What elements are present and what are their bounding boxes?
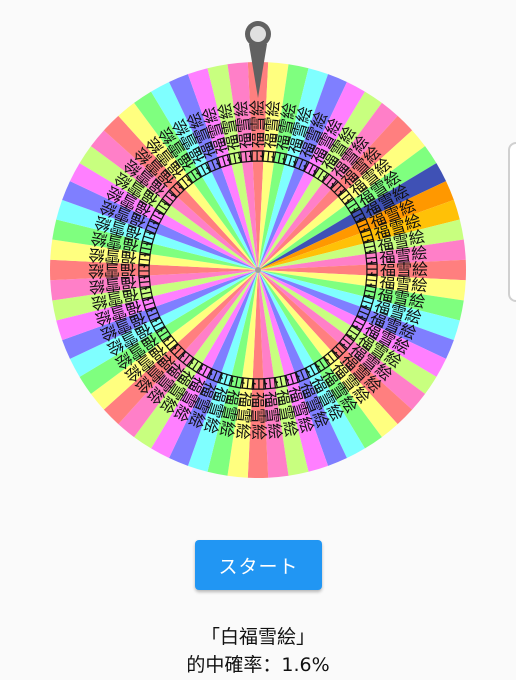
start-button[interactable]: スタート xyxy=(195,540,322,590)
wheel-hub xyxy=(255,267,261,273)
result-probability: 的中確率：1.6% xyxy=(186,654,330,676)
side-scroll-handle[interactable] xyxy=(508,142,516,302)
result-name: 「白福雪絵」 xyxy=(200,626,315,648)
